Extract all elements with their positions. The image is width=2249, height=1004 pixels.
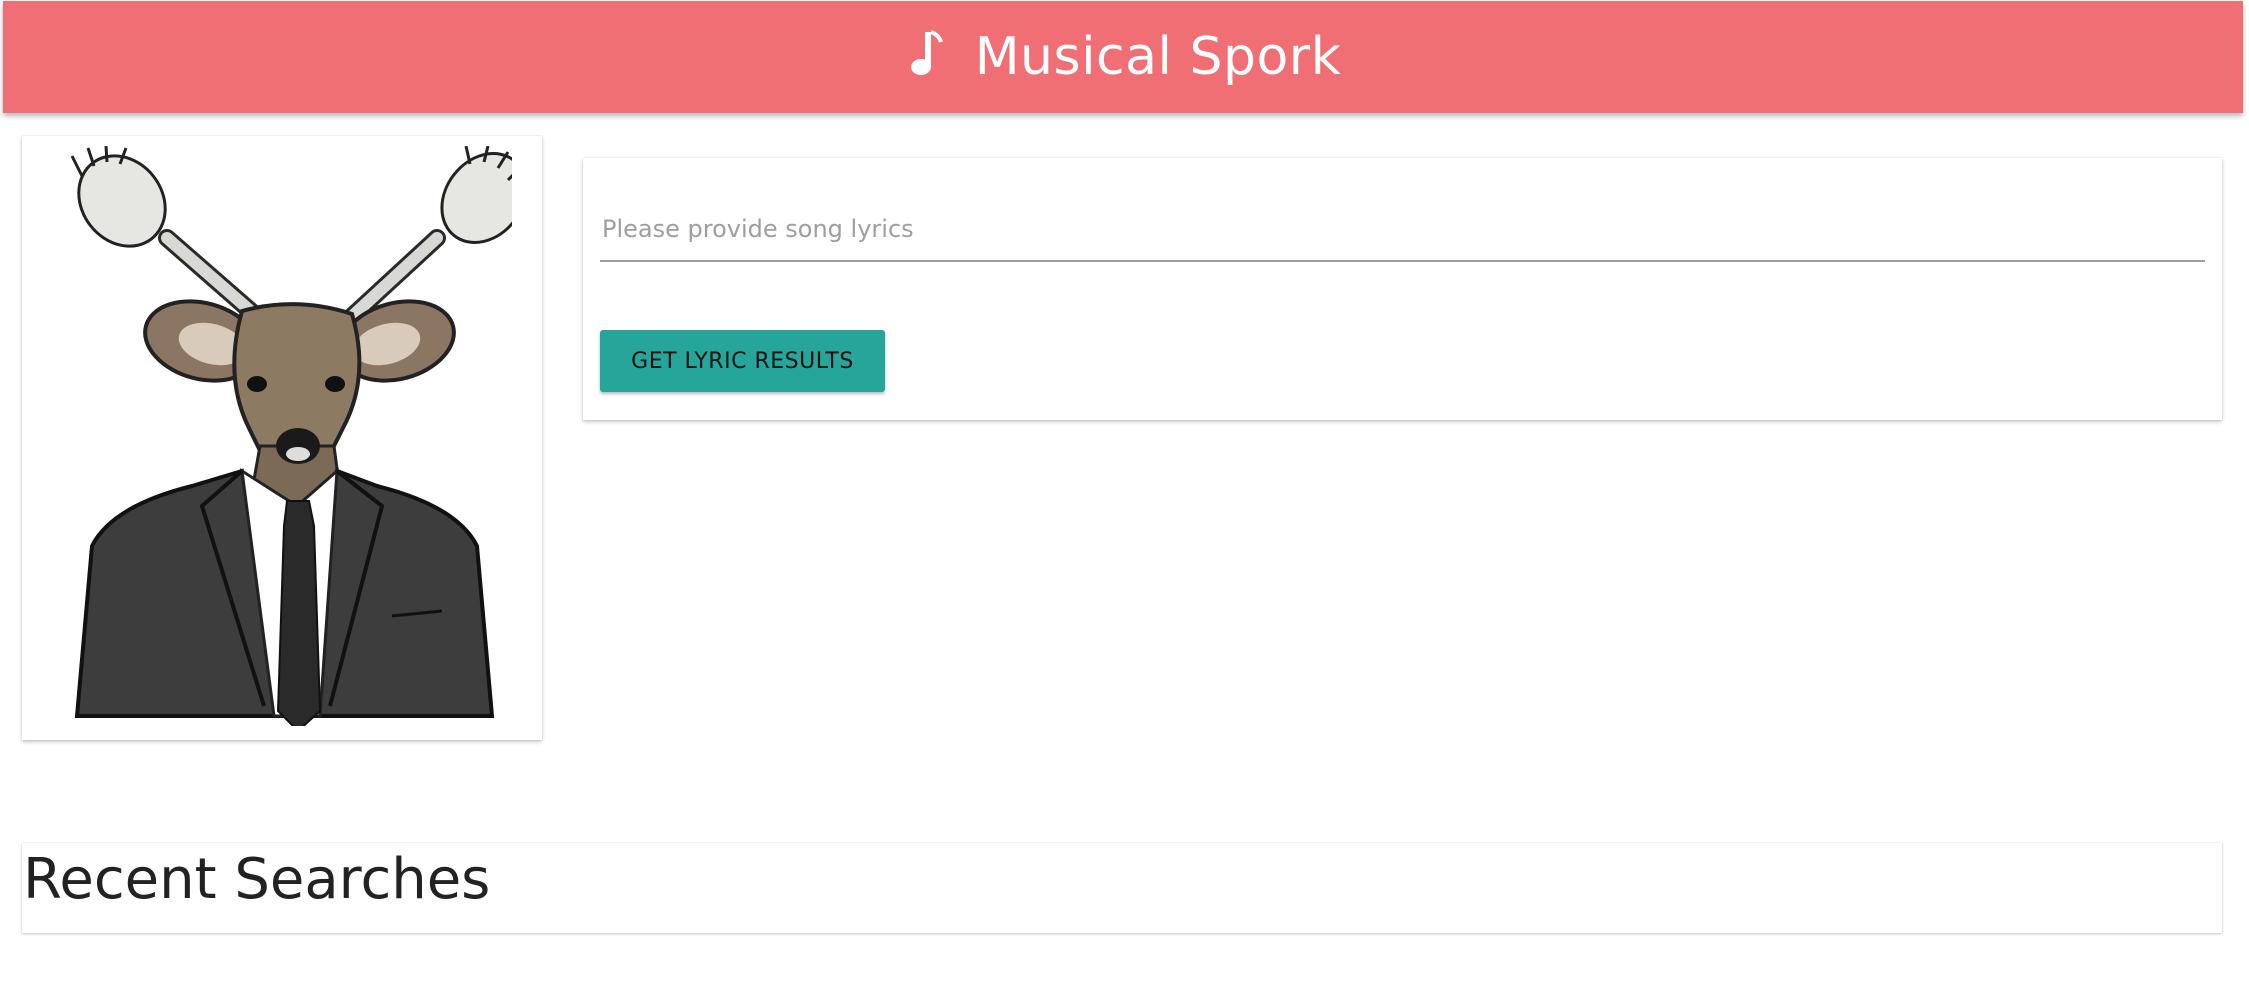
music-note-icon [910, 30, 943, 75]
page: Musical Spork Please provide song lyrics… [0, 0, 2249, 1004]
image-card [22, 136, 542, 740]
get-lyric-results-button[interactable]: GET LYRIC RESULTS [600, 330, 885, 392]
right-spork-antler [338, 146, 512, 330]
left-spork-antler [70, 146, 271, 330]
app-header: Musical Spork [3, 1, 2243, 113]
search-card: GET LYRIC RESULTS [583, 158, 2222, 420]
app-title: Musical Spork [974, 27, 1342, 87]
recent-searches-panel: Recent Searches [22, 843, 2222, 933]
recent-searches-heading: Recent Searches [23, 847, 491, 912]
deer-illustration [70, 146, 512, 726]
lyrics-input[interactable] [600, 198, 2205, 262]
